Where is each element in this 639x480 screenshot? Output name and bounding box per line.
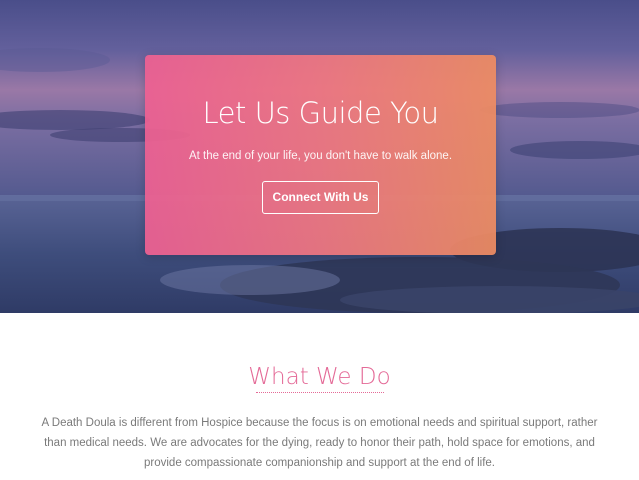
hero-cta-card: Let Us Guide You At the end of your life…	[145, 55, 496, 255]
hero-subtitle: At the end of your life, you don't have …	[188, 150, 453, 162]
section-title: What We Do	[248, 364, 391, 390]
section-description: A Death Doula is different from Hospice …	[41, 417, 598, 469]
title-underline-divider	[256, 392, 384, 393]
connect-with-us-button[interactable]: Connect With Us	[262, 181, 379, 214]
hero-section: Let Us Guide You At the end of your life…	[0, 0, 639, 313]
hero-title: Let Us Guide You	[202, 96, 440, 130]
